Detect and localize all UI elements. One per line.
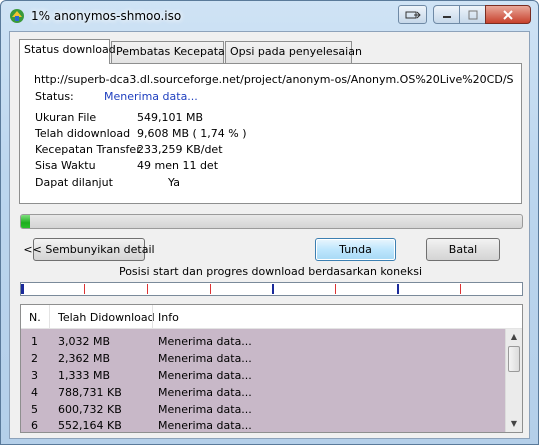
transfer-rate-value: 233,259 KB/det [137,143,223,156]
row-downloaded: 788,731 KB [58,386,122,399]
row-number: 5 [31,403,38,416]
column-separator[interactable] [49,305,50,329]
close-button[interactable] [485,5,531,24]
list-header: N. Telah Didownload Info [21,305,522,329]
downloaded-label: Telah didownload [35,127,131,140]
row-info: Menerima data... [158,386,252,399]
row-downloaded: 1,333 MB [58,369,111,382]
row-number: 4 [31,386,38,399]
row-info: Menerima data... [158,419,252,432]
idm-app-icon [10,9,24,23]
maximize-icon [468,10,477,19]
connections-caption: Posisi start dan progres download berdas… [118,265,423,278]
list-row[interactable]: 5 600,732 KB Menerima data... [21,401,505,418]
downloaded-value: 9,608 MB ( 1,74 % ) [137,127,247,140]
connection-segment [460,284,461,294]
progress-fill [21,215,30,228]
connection-marker [21,284,24,294]
file-size-value: 549,101 MB [137,111,204,124]
row-downloaded: 3,032 MB [58,335,111,348]
connection-segment [84,284,85,294]
row-info: Menerima data... [158,352,252,365]
row-downloaded: 600,732 KB [58,403,122,416]
minimize-icon [442,15,451,18]
status-panel: http://superb-dca3.dl.sourceforge.net/pr… [19,63,522,204]
connection-marker [272,284,274,294]
row-number: 3 [31,369,38,382]
download-url: http://superb-dca3.dl.sourceforge.net/pr… [34,73,514,86]
connection-segment [335,284,336,294]
time-left-value: 49 men 11 det [137,159,219,172]
row-info: Menerima data... [158,403,252,416]
row-info: Menerima data... [158,369,252,382]
row-info: Menerima data... [158,335,252,348]
connection-marker [397,284,399,294]
tab-on-completion[interactable]: Opsi pada penyelesaian [225,41,362,63]
list-row[interactable]: 4 788,731 KB Menerima data... [21,384,505,401]
arrow-right-icon [405,11,421,18]
file-size-label: Ukuran File [35,111,97,124]
list-row[interactable]: 6 552,164 KB Menerima data... [21,417,505,432]
list-row[interactable]: 1 3,032 MB Menerima data... [21,333,505,350]
tab-speed-limiter[interactable]: Pembatas Kecepatan [111,41,232,63]
connection-segment [147,284,148,294]
download-progress-bar [20,214,523,229]
minimize-button[interactable] [433,5,460,24]
scroll-thumb[interactable] [508,346,520,372]
list-row[interactable]: 2 2,362 MB Menerima data... [21,350,505,367]
hide-details-button[interactable]: << Sembunyikan detail [23,238,155,261]
connections-list[interactable]: N. Telah Didownload Info 1 3,032 MB Mene… [20,304,523,433]
dialog-body: Status download Pembatas Kecepatan Opsi … [9,31,530,439]
resume-value: Ya [168,176,180,189]
connection-segment [210,284,211,294]
cancel-button[interactable]: Batal [426,238,500,261]
column-header-info[interactable]: Info [158,311,179,324]
resume-label: Dapat dilanjut [35,176,113,189]
arrow-button[interactable] [398,5,427,24]
status-value: Menerima data... [104,90,198,103]
close-icon [503,9,513,20]
column-header-number[interactable]: N. [29,311,41,324]
row-number: 6 [31,419,38,432]
connections-progress-bar [20,282,523,296]
row-number: 1 [31,335,38,348]
transfer-rate-label: Kecepatan Transfer [35,143,141,156]
list-scrollbar[interactable]: ▲ ▼ [505,329,522,432]
maximize-button[interactable] [459,5,486,24]
row-downloaded: 2,362 MB [58,352,111,365]
row-downloaded: 552,164 KB [58,419,122,432]
scroll-up-icon[interactable]: ▲ [506,329,522,345]
window-title: 1% anonymos-shmoo.iso [31,9,182,23]
tab-status-download[interactable]: Status download [19,39,116,64]
pause-button[interactable]: Tunda [315,238,396,261]
list-row[interactable]: 3 1,333 MB Menerima data... [21,367,505,384]
scroll-down-icon[interactable]: ▼ [506,416,522,432]
column-separator[interactable] [152,305,153,329]
title-bar[interactable]: 1% anonymos-shmoo.iso [1,1,538,31]
status-label: Status: [35,90,74,103]
time-left-label: Sisa Waktu [35,159,96,172]
download-window: 1% anonymos-shmoo.iso Status download Pe… [0,0,539,445]
column-header-downloaded[interactable]: Telah Didownload [58,311,155,324]
row-number: 2 [31,352,38,365]
